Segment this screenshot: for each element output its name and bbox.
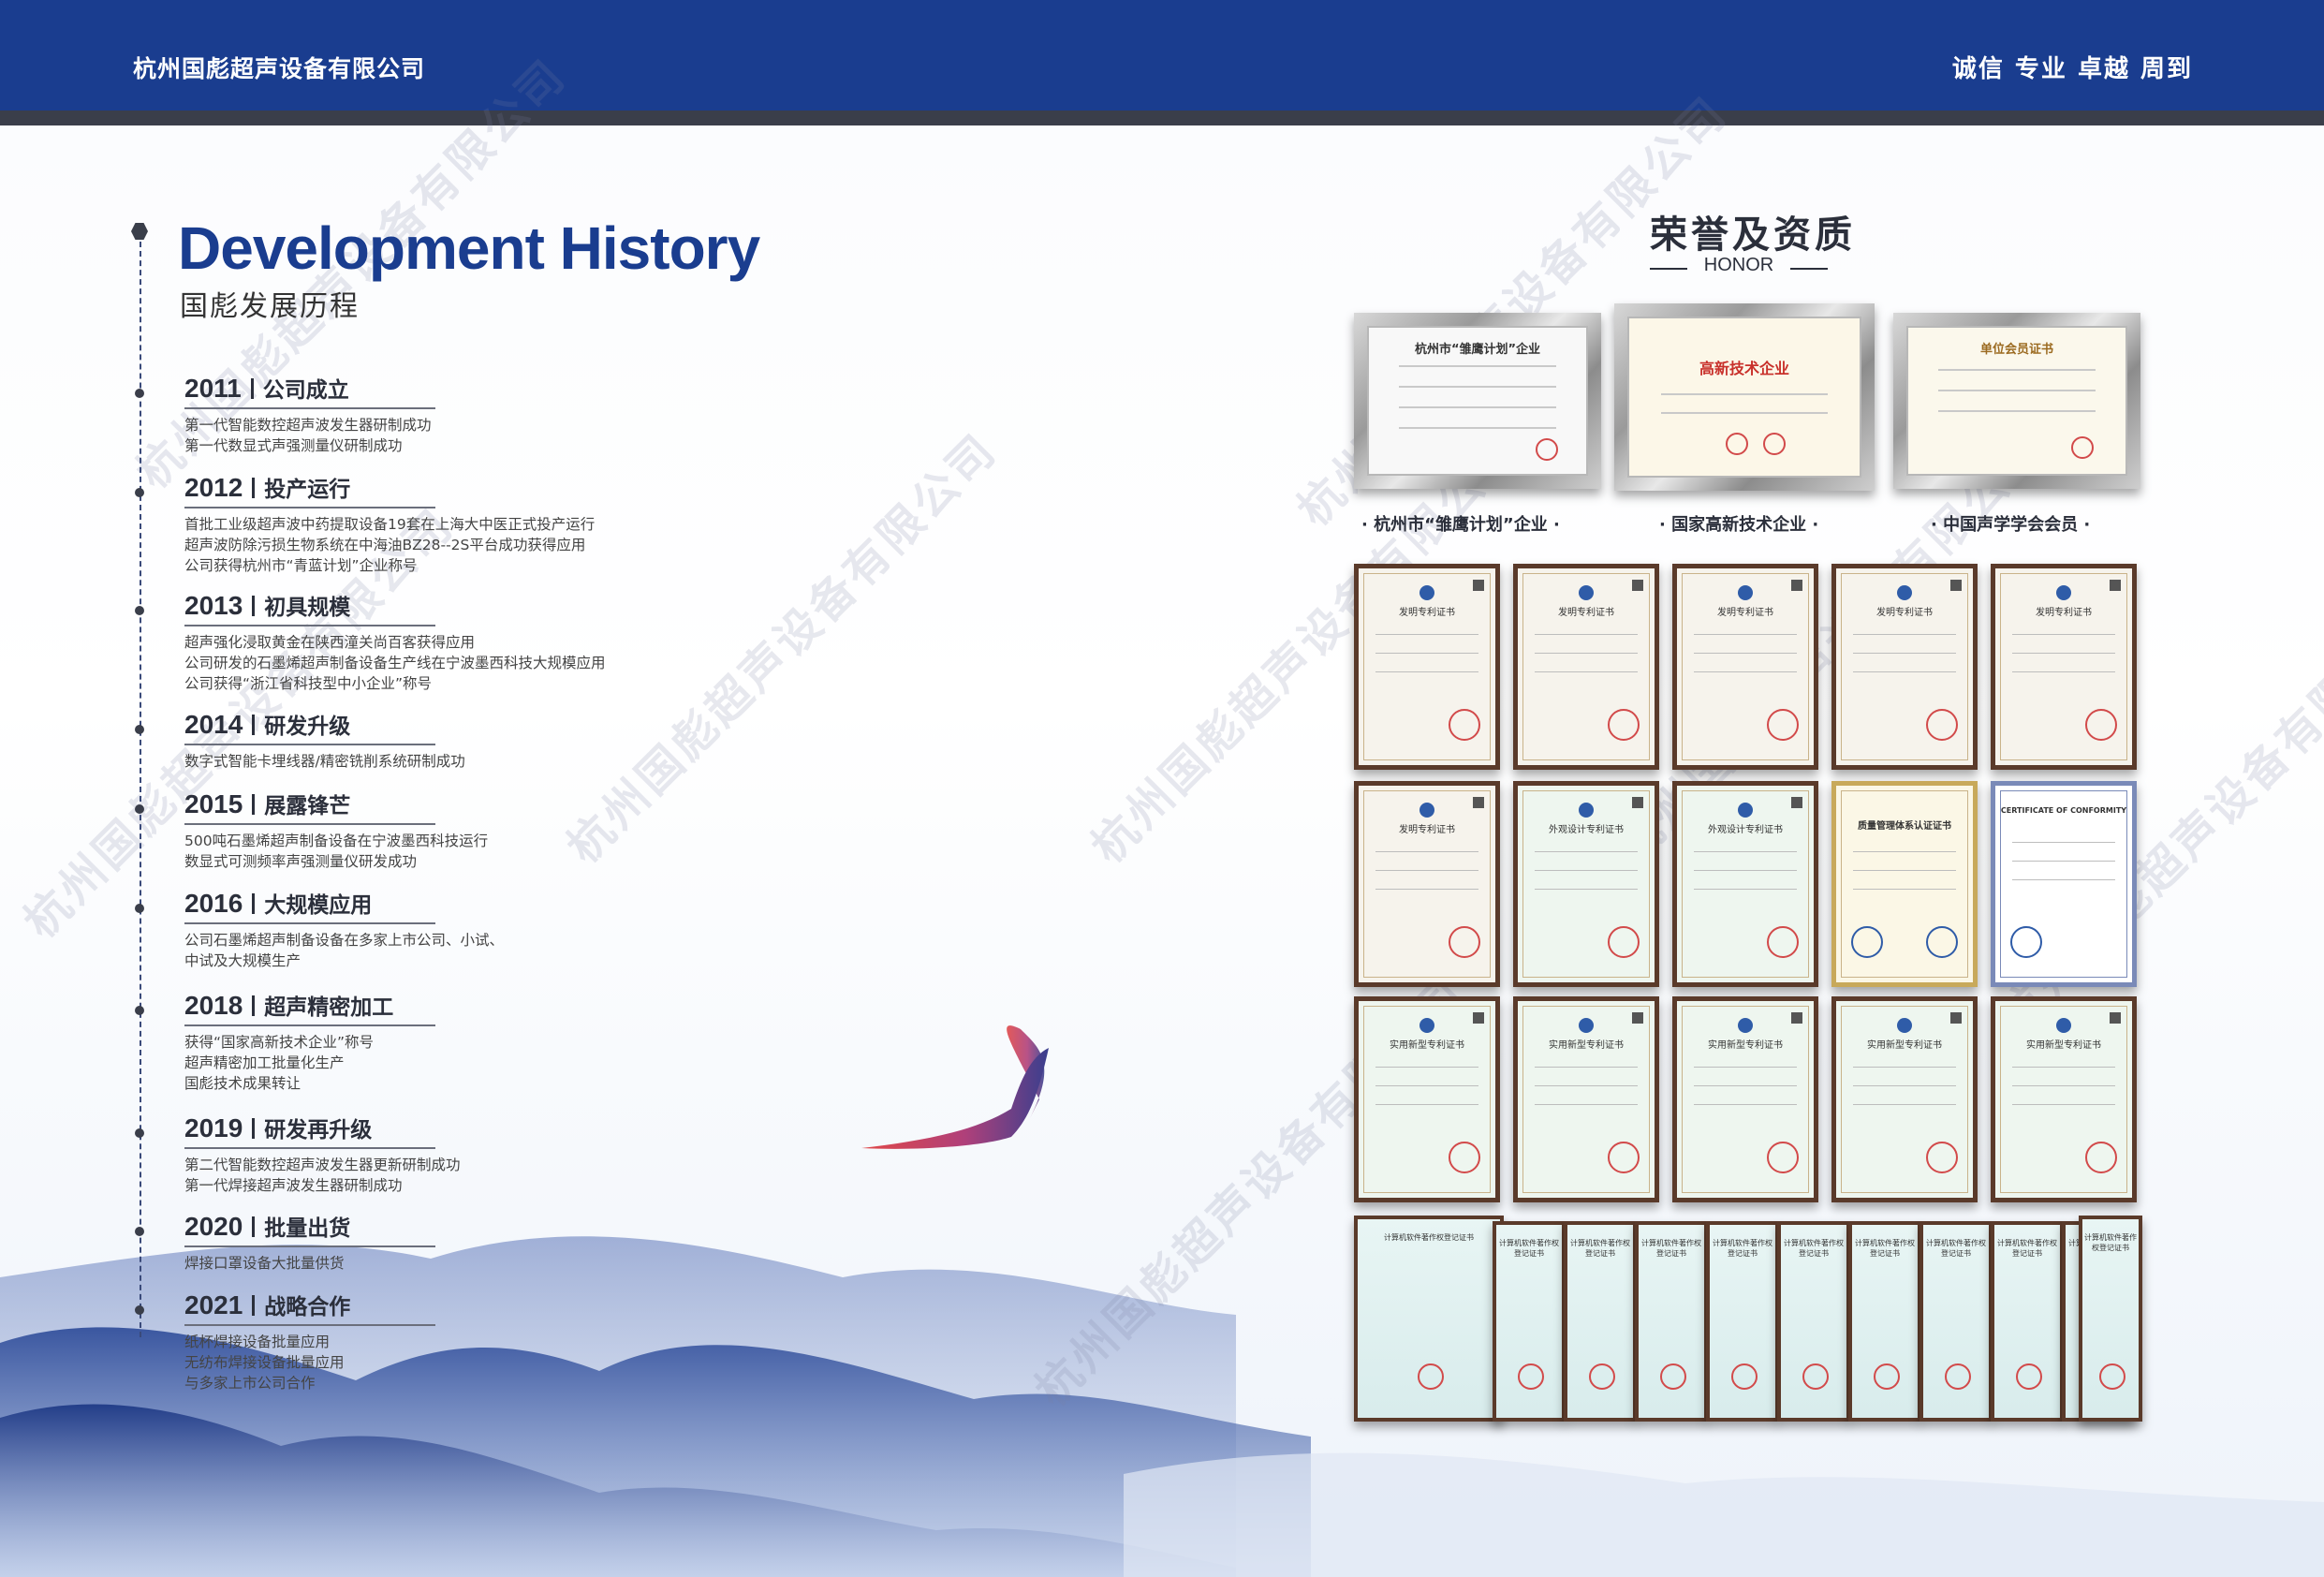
- timeline-dot-icon: [135, 1305, 144, 1315]
- utility-patent-certificate: 实用新型专利证书: [1672, 996, 1818, 1202]
- utility-patent-certificate: 实用新型专利证书: [1991, 996, 2137, 1202]
- design-patent-certificate: 外观设计专利证书: [1513, 781, 1659, 987]
- copyright-certificate: 计算机软件著作权登记证书: [1848, 1221, 1921, 1422]
- timeline-dot-icon: [135, 1006, 144, 1015]
- honor-plaque: 单位会员证书: [1893, 313, 2140, 489]
- timeline-desc: 焊接口罩设备大批量供货: [184, 1255, 345, 1272]
- timeline-year: 2012: [184, 473, 243, 502]
- timeline-label: 战略合作: [264, 1295, 351, 1319]
- history-title-en: Development History: [178, 214, 760, 282]
- honor-subtitle: HONOR: [1703, 255, 1774, 275]
- utility-patent-certificate: 实用新型专利证书: [1354, 996, 1500, 1202]
- copyright-certificate: 计算机软件著作权登记证书: [1564, 1221, 1637, 1422]
- timeline-desc: 获得“国家高新技术企业”称号 超声精密加工批量化生产 国彪技术成果转让: [184, 1034, 375, 1092]
- timeline-dot-icon: [135, 389, 144, 398]
- plaque-heading: 高新技术企业: [1699, 360, 1789, 377]
- slogan: 诚信 专业 卓越 周到: [1951, 55, 2193, 83]
- plaque-caption: · 杭州市“雏鹰计划”企业 ·: [1361, 515, 1560, 535]
- honor-plaque: 杭州市“雏鹰计划”企业: [1354, 313, 1601, 489]
- copyright-certificate: 计算机软件著作权登记证书: [1493, 1221, 1566, 1422]
- patent-certificate: 发明专利证书: [1672, 564, 1818, 770]
- timeline-label: 研发升级: [264, 715, 351, 739]
- plaque-caption: · 国家高新技术企业 ·: [1659, 515, 1819, 535]
- timeline-year: 2015: [184, 789, 243, 818]
- plaque-heading: 杭州市“雏鹰计划”企业: [1414, 343, 1541, 357]
- timeline-desc: 公司石墨烯超声制备设备在多家上市公司、小试、 中试及大规模生产: [184, 932, 505, 969]
- timeline-dot-icon: [135, 1128, 144, 1138]
- timeline-dot-icon: [135, 804, 144, 814]
- plaque-heading: 单位会员证书: [1979, 343, 2053, 357]
- timeline-desc: 首批工业级超声波中药提取设备19套在上海大中医正式投产运行 超声波防除污损生物系统…: [184, 516, 596, 574]
- timeline-desc: 第二代智能数控超声波发生器更新研制成功 第一代焊接超声波发生器研制成功: [184, 1157, 461, 1194]
- timeline-label: 大规模应用: [264, 893, 373, 918]
- quality-certificate: 质量管理体系认证证书: [1831, 781, 1978, 987]
- timeline-dot-icon: [135, 606, 144, 615]
- timeline-desc: 纸杯焊接设备批量应用 无纺布焊接设备批量应用 与多家上市公司合作: [184, 1334, 345, 1392]
- timeline-dot-icon: [135, 725, 144, 734]
- timeline-dot-icon: [135, 488, 144, 497]
- copyright-certificate: 计算机软件著作权登记证书: [1920, 1221, 1993, 1422]
- plaque-caption: · 中国声学学会会员 ·: [1931, 515, 2091, 535]
- timeline-label: 初具规模: [264, 596, 351, 620]
- copyright-certificate: 计算机软件著作权登记证书: [1706, 1221, 1779, 1422]
- honor-title: 荣誉及资质: [1650, 214, 1856, 257]
- timeline-year: 2016: [184, 889, 243, 918]
- timeline-desc: 超声强化浸取黄金在陕西潼关尚百客获得应用 公司研发的石墨烯超声制备设备生产线在宁波…: [184, 634, 606, 692]
- patent-certificate: 发明专利证书: [1354, 564, 1500, 770]
- company-name: 杭州国彪超声设备有限公司: [133, 55, 426, 82]
- timeline-year: 2020: [184, 1212, 243, 1241]
- utility-patent-certificate: 实用新型专利证书: [1513, 996, 1659, 1202]
- patent-certificate: 发明专利证书: [1513, 564, 1659, 770]
- header-divider: [0, 111, 2324, 125]
- timeline-label: 研发再升级: [264, 1118, 373, 1142]
- ce-certificate: CERTIFICATE OF CONFORMITY: [1991, 781, 2137, 987]
- copyright-certificate: 计算机软件著作权登记证书: [1635, 1221, 1708, 1422]
- copyright-certificate: 计算机软件著作权登记证书: [1777, 1221, 1850, 1422]
- timeline-label: 批量出货: [264, 1216, 351, 1241]
- timeline-year: 2018: [184, 991, 243, 1020]
- timeline-year: 2021: [184, 1290, 243, 1319]
- utility-patent-certificate: 实用新型专利证书: [1831, 996, 1978, 1202]
- patent-certificate: 发明专利证书: [1991, 564, 2137, 770]
- timeline-label: 展露锋芒: [264, 794, 351, 818]
- timeline-dot-icon: [135, 1227, 144, 1236]
- timeline-year: 2011: [184, 374, 242, 403]
- copyright-certificate: 计算机软件著作权登记证书: [1991, 1221, 2064, 1422]
- copyright-certificate: 计算机软件著作权登记证书: [1354, 1216, 1504, 1422]
- copyright-certificate: 计算机软件著作权登记证书: [2079, 1216, 2142, 1422]
- timeline-line: [140, 242, 141, 1337]
- timeline-desc: 数字式智能卡埋线器/精密铣削系统研制成功: [184, 753, 465, 770]
- timeline-year: 2019: [184, 1113, 243, 1142]
- timeline-label: 投产运行: [264, 478, 351, 502]
- timeline-dot-icon: [135, 904, 144, 913]
- timeline-desc: 500吨石墨烯超声制备设备在宁波墨西科技运行 数显式可测频率声强测量仪研发成功: [184, 833, 489, 870]
- timeline-label: 公司成立: [262, 378, 349, 403]
- design-patent-certificate: 外观设计专利证书: [1672, 781, 1818, 987]
- header-bar: 杭州国彪超声设备有限公司 诚信 专业 卓越 周到: [0, 0, 2324, 111]
- timeline-desc: 第一代智能数控超声波发生器研制成功 第一代数显式声强测量仪研制成功: [184, 417, 432, 454]
- history-title-cn: 国彪发展历程: [180, 290, 360, 323]
- timeline-year: 2013: [184, 591, 243, 620]
- patent-certificate: 发明专利证书: [1831, 564, 1978, 770]
- timeline-year: 2014: [184, 710, 243, 739]
- honor-plaque: 高新技术企业: [1614, 303, 1875, 491]
- patent-certificate: 发明专利证书: [1354, 781, 1500, 987]
- timeline-label: 超声精密加工: [264, 995, 394, 1020]
